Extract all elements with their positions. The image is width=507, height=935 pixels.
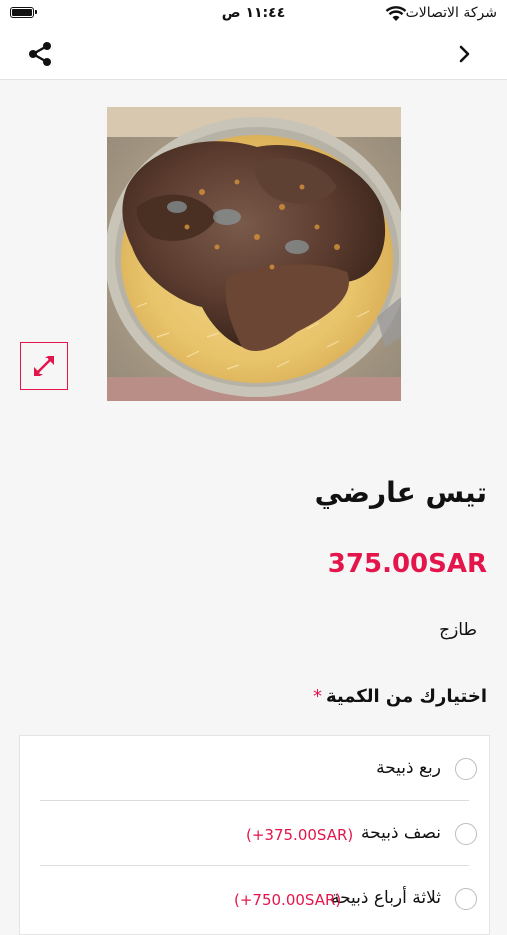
quantity-options-card: ربع ذبيحة نصف ذبيحة (+375.00SAR) ثلاثة أ… [19,735,490,935]
product-title: تيس عارضي [314,476,487,509]
product-image[interactable] [107,107,401,401]
radio-button[interactable] [455,758,477,780]
product-price: 375.00SAR [327,549,487,579]
radio-button[interactable] [455,888,477,910]
expand-image-button[interactable] [20,342,68,390]
wifi-icon [385,6,407,21]
option-extra-price: (+750.00SAR) [234,891,342,909]
quantity-option[interactable]: ربع ذبيحة [20,736,489,800]
quantity-option[interactable]: نصف ذبيحة (+375.00SAR) [20,801,489,865]
carrier-name: شركة الاتصالات [405,5,497,21]
expand-arrows-icon [34,356,54,376]
option-label: ربع ذبيحة [376,758,441,778]
option-label: نصف ذبيحة [361,823,441,843]
quantity-section-label: اختيارك من الكمية [325,686,487,707]
navigation-bar [0,28,507,80]
quantity-section-title: اختيارك من الكمية* [313,686,487,707]
chevron-right-icon[interactable] [457,42,473,66]
status-bar: ١١:٤٤ ص شركة الاتصالات [0,0,507,28]
quantity-option[interactable]: ثلاثة أرباع ذبيحة (+750.00SAR) [20,866,489,930]
radio-button[interactable] [455,823,477,845]
product-photo [107,107,401,401]
option-extra-price: (+375.00SAR) [246,826,354,844]
required-mark: * [312,686,322,707]
product-description: طازج [439,620,477,640]
share-icon[interactable] [26,40,54,68]
option-label: ثلاثة أرباع ذبيحة [330,888,441,908]
